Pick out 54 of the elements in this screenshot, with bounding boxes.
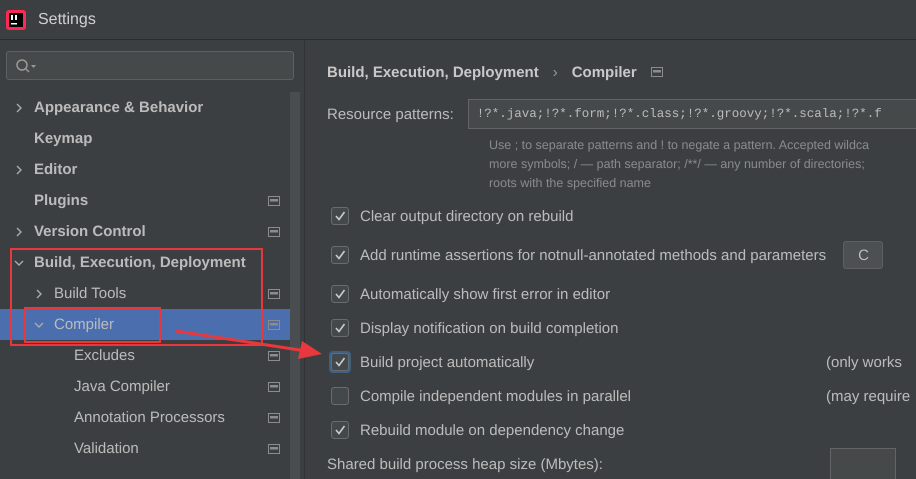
heap-size-field[interactable] bbox=[830, 448, 896, 479]
checkbox[interactable] bbox=[331, 319, 349, 337]
project-scope-icon bbox=[650, 67, 663, 77]
breadcrumb-current: Compiler bbox=[572, 64, 637, 80]
checkmark-icon bbox=[334, 249, 346, 261]
option-label[interactable]: Display notification on build completion bbox=[360, 320, 618, 336]
tree-item[interactable]: Java Compiler bbox=[0, 371, 290, 402]
tree-item[interactable]: Editor bbox=[0, 154, 290, 185]
option-label[interactable]: Build project automatically bbox=[360, 354, 534, 370]
tree-item[interactable]: Keymap bbox=[0, 123, 290, 154]
heap-size-label: Shared build process heap size (Mbytes): bbox=[327, 456, 603, 472]
checkbox[interactable] bbox=[331, 285, 349, 303]
option-label[interactable]: Compile independent modules in parallel bbox=[360, 388, 632, 404]
checkmark-icon bbox=[334, 288, 346, 300]
resource-patterns-label: Resource patterns: bbox=[327, 106, 454, 122]
chevron-right-icon[interactable] bbox=[14, 102, 24, 112]
tree-item[interactable]: Version Control bbox=[0, 216, 290, 247]
option-label[interactable]: Add runtime assertions for notnull-annotated methods and parameters bbox=[360, 246, 826, 264]
checkmark-icon bbox=[334, 356, 346, 368]
tree-item[interactable]: Excludes bbox=[0, 340, 290, 371]
hint-text: Use ; to separate patterns and ! to negate a pattern. Accepted wildca bbox=[489, 137, 870, 154]
hint-text: more symbols; / — path separator; /**/ — any number of directories; bbox=[489, 156, 866, 173]
breadcrumb-parent[interactable]: Build, Execution, Deployment bbox=[327, 64, 539, 80]
tree-item[interactable]: Build, Execution, Deployment bbox=[0, 247, 290, 278]
configure-button[interactable]: C bbox=[843, 241, 884, 269]
tree-item[interactable]: Plugins bbox=[0, 185, 290, 216]
resource-patterns-field[interactable]: !?*.java;!?*.form;!?*.class;!?*.groovy;!?*.scala;!?*.f bbox=[468, 99, 916, 129]
option-note: (may require bbox=[826, 388, 910, 404]
checkmark-icon bbox=[334, 322, 346, 334]
checkbox[interactable] bbox=[331, 387, 349, 405]
breadcrumb-separator: › bbox=[552, 64, 558, 80]
chevron-right-icon[interactable] bbox=[14, 226, 24, 236]
search-icon bbox=[15, 58, 37, 74]
option-label[interactable]: Automatically show first error in editor bbox=[360, 286, 610, 302]
checkbox[interactable] bbox=[331, 207, 349, 225]
hint-text: roots with the specified name bbox=[489, 175, 652, 192]
chevron-right-icon[interactable] bbox=[34, 288, 44, 298]
option-note: (only works bbox=[826, 354, 902, 370]
chevron-down-icon[interactable] bbox=[14, 258, 24, 268]
chevron-right-icon[interactable] bbox=[14, 164, 24, 174]
checkmark-icon bbox=[334, 210, 346, 222]
tree-item[interactable]: Validation bbox=[0, 433, 290, 464]
window-title: Settings bbox=[38, 10, 96, 28]
option-label[interactable]: Rebuild module on dependency change bbox=[360, 422, 624, 438]
option-label[interactable]: Clear output directory on rebuild bbox=[360, 208, 574, 224]
tree-item[interactable]: Annotation Processors bbox=[0, 402, 290, 433]
checkbox[interactable] bbox=[331, 421, 349, 439]
checkbox[interactable] bbox=[331, 246, 349, 264]
scrollbar[interactable] bbox=[290, 92, 300, 479]
search-field[interactable] bbox=[6, 51, 294, 80]
app-logo-icon bbox=[6, 10, 26, 30]
checkmark-icon bbox=[334, 424, 346, 436]
tree-item[interactable]: Build Tools bbox=[0, 278, 290, 309]
tree-item[interactable]: Appearance & Behavior bbox=[0, 92, 290, 123]
